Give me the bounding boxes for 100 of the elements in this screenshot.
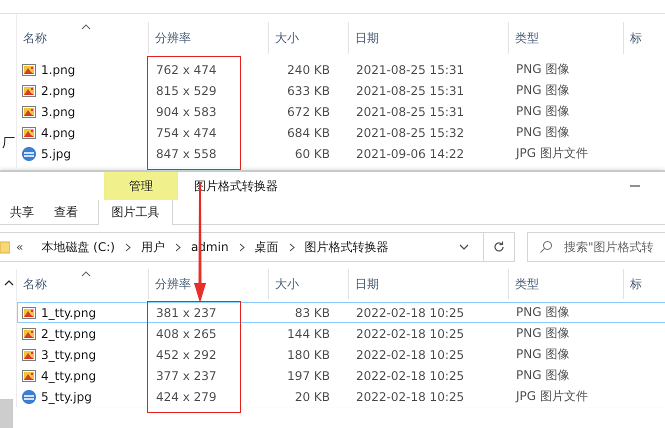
image-file-icon [21,326,37,342]
image-file-icon [21,62,37,78]
chevron-right-icon[interactable] [238,242,245,252]
type-cell-text: PNG 图像 [515,367,570,384]
type-cell-text: PNG 图像 [515,346,570,363]
resolution-cell-text: 754 x 474 [155,126,218,140]
scroll-up-icon[interactable] [4,279,14,287]
file-row[interactable]: 1_tty.png 381 x 237 83 KB 2022-02-18 10:25 PNG 图像 [17,302,665,323]
column-header[interactable]: 标 [624,22,665,54]
file-row[interactable]: 2_tty.png 408 x 265 144 KB 2022-02-18 10:25 PNG 图像 [17,323,665,344]
date-cell-text: 2022-02-18 10:25 [355,348,466,362]
folder-icon [0,240,10,254]
column-header[interactable]: 日期 [349,269,509,299]
breadcrumb-item[interactable]: 图片格式转换器 [304,238,389,256]
file-row[interactable]: 1.png 762 x 474 240 KB 2021-08-25 15:31 PNG 图像 [17,59,665,80]
image-file-icon [21,304,37,320]
resolution-cell-text: 424 x 279 [155,390,218,404]
column-header[interactable]: 日期 [349,22,509,54]
size-cell-text: 684 KB [286,126,331,140]
size-cell-text: 60 KB [294,146,331,160]
size-cell-text: 240 KB [286,62,331,76]
refresh-button[interactable] [484,232,515,262]
type-cell-text: PNG 图像 [515,103,570,120]
file-row[interactable]: 5.jpg 847 x 558 60 KB 2021-09-06 14:22 JPG 图片文件 [17,143,665,164]
column-header[interactable]: 类型 [509,22,624,54]
resolution-cell-text: 904 x 583 [155,104,218,118]
date-cell-text: 2021-08-25 15:31 [355,104,466,118]
column-header[interactable]: 标 [624,269,665,299]
type-cell-text: PNG 图像 [515,82,570,99]
file-name[interactable]: 4_tty.png [41,368,96,382]
dropdown-caret-icon[interactable] [459,244,469,250]
file-row[interactable]: 4.png 754 x 474 684 KB 2021-08-25 15:32 PNG 图像 [17,122,665,143]
type-cell-text: PNG 图像 [515,61,570,78]
file-row[interactable]: 3_tty.png 452 x 292 180 KB 2022-02-18 10:25 PNG 图像 [17,344,665,365]
file-name[interactable]: 3.png [41,104,76,118]
size-cell-text: 672 KB [286,104,331,118]
nav-item-text: 厂 [2,135,15,152]
size-cell-text: 180 KB [286,348,331,362]
file-row[interactable]: 5_tty.jpg 424 x 279 20 KB 2022-02-18 10:25 JPG 图片文件 [17,386,665,407]
ribbon-tab[interactable]: 共享 [0,200,44,224]
overflow-chevron[interactable]: « [16,240,24,254]
date-cell-text: 2022-02-18 10:25 [355,390,466,404]
column-header[interactable]: 名称 [17,22,149,54]
chevron-right-icon[interactable] [174,242,181,252]
ribbon-tab[interactable]: 查看 [44,200,88,224]
file-name[interactable]: 4.png [41,126,76,140]
resolution-cell-text: 762 x 474 [155,62,218,76]
resolution-cell-text: 815 x 529 [155,84,218,98]
column-header[interactable]: 名称 [17,269,149,299]
resolution-cell-text: 452 x 292 [155,348,218,362]
file-row[interactable]: 4_tty.png 377 x 237 197 KB 2022-02-18 10:25 PNG 图像 [17,365,665,386]
ribbon-tab[interactable]: 图片工具 [98,200,173,225]
image-file-icon [21,124,37,140]
column-header[interactable]: 大小 [269,269,349,299]
date-cell-text: 2022-02-18 10:25 [355,326,466,340]
date-cell-text: 2022-02-18 10:25 [355,306,466,320]
type-cell-text: PNG 图像 [515,304,570,321]
context-tab[interactable]: 管理 [104,172,178,200]
column-header[interactable]: 类型 [509,269,624,299]
size-cell-text: 633 KB [286,84,331,98]
image-file-icon [21,346,37,362]
file-name[interactable]: 5_tty.jpg [41,390,92,404]
size-cell-text: 144 KB [286,326,331,340]
search-field[interactable]: 搜索"图片格式转 [527,232,665,262]
type-cell-text: JPG 图片文件 [514,388,589,405]
file-name[interactable]: 5.jpg [41,146,72,160]
size-cell-text: 20 KB [294,390,331,404]
column-header[interactable]: 分辨率 [149,22,269,54]
breadcrumb-item[interactable]: 桌面 [254,238,279,256]
date-cell-text: 2021-08-25 15:32 [355,126,466,140]
chevron-right-icon[interactable] [124,242,131,252]
file-name[interactable]: 3_tty.png [41,348,96,362]
resolution-cell-text: 377 x 237 [155,368,218,382]
file-row[interactable]: 3.png 904 x 583 672 KB 2021-08-25 15:31 PNG 图像 [17,101,665,122]
breadcrumb-item[interactable]: 本地磁盘 (C:) [41,238,115,256]
chevron-right-icon[interactable] [288,242,295,252]
date-cell-text: 2021-09-06 14:22 [355,146,466,160]
jpg-file-icon [21,146,37,162]
resolution-cell-text: 381 x 237 [155,306,218,320]
image-file-icon [21,82,37,98]
resolution-cell-text: 847 x 558 [155,146,218,160]
breadcrumb-item[interactable]: 用户 [140,238,165,256]
file-row[interactable]: 2.png 815 x 529 633 KB 2021-08-25 15:31 PNG 图像 [17,80,665,101]
type-cell-text: PNG 图像 [515,124,570,141]
size-cell-text: 197 KB [286,368,331,382]
file-name[interactable]: 2.png [41,84,76,98]
date-cell-text: 2022-02-18 10:25 [355,368,466,382]
column-header[interactable]: 大小 [269,22,349,54]
type-cell-text: JPG 图片文件 [514,145,589,162]
file-name[interactable]: 2_tty.png [41,326,96,340]
image-file-icon [21,104,37,120]
resolution-cell-text: 408 x 265 [155,326,218,340]
scrollbar-thumb[interactable] [0,399,13,428]
size-cell-text: 83 KB [294,306,331,320]
file-name[interactable]: 1_tty.png [41,306,96,320]
date-cell-text: 2021-08-25 15:31 [355,84,466,98]
image-file-icon [21,368,37,384]
jpg-file-icon [21,388,37,404]
file-name[interactable]: 1.png [41,62,76,76]
date-cell-text: 2021-08-25 15:31 [355,62,466,76]
